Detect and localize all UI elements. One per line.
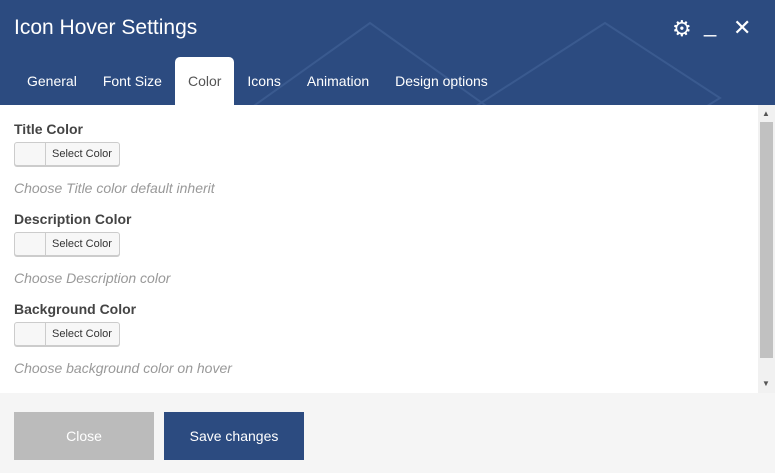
scroll-down-icon[interactable]: ▼ [762, 379, 770, 388]
description-color-field: Description Color Select Color Choose De… [14, 211, 744, 287]
field-label: Description Color [14, 211, 132, 227]
field-hint: Choose background color on hover [14, 360, 232, 376]
select-color-label: Select Color [52, 328, 112, 340]
background-color-field: Background Color Select Color Choose bac… [14, 301, 744, 377]
save-changes-button[interactable]: Save changes [164, 412, 304, 460]
tab-design-options[interactable]: Design options [382, 57, 501, 105]
color-swatch [15, 233, 46, 255]
tab-animation[interactable]: Animation [294, 57, 382, 105]
modal-header: Icon Hover Settings ⚙ _ ✕ General Font S… [0, 0, 775, 105]
scrollbar[interactable]: ▲ ▼ [758, 105, 775, 393]
settings-content: Title Color Select Color Choose Title co… [0, 105, 758, 393]
tab-icons[interactable]: Icons [234, 57, 293, 105]
minimize-icon[interactable]: _ [704, 12, 716, 38]
tab-color[interactable]: Color [174, 57, 235, 105]
color-swatch [15, 323, 46, 345]
color-swatch [15, 143, 46, 165]
title-color-field: Title Color Select Color Choose Title co… [14, 121, 744, 197]
field-hint: Choose Title color default inherit [14, 180, 215, 196]
select-color-label: Select Color [52, 238, 112, 250]
field-label: Background Color [14, 301, 137, 317]
description-color-picker[interactable]: Select Color [14, 232, 120, 256]
close-icon[interactable]: ✕ [733, 15, 751, 41]
close-button[interactable]: Close [14, 412, 154, 460]
modal-footer: Close Save changes [0, 393, 775, 473]
tab-font-size[interactable]: Font Size [90, 57, 175, 105]
tab-bar: General Font Size Color Icons Animation … [14, 57, 501, 105]
title-color-picker[interactable]: Select Color [14, 142, 120, 166]
gear-icon[interactable]: ⚙ [672, 16, 692, 42]
field-label: Title Color [14, 121, 83, 137]
select-color-label: Select Color [52, 148, 112, 160]
field-hint: Choose Description color [14, 270, 171, 286]
scrollbar-thumb[interactable] [760, 122, 773, 358]
tab-general[interactable]: General [14, 57, 90, 105]
scroll-up-icon[interactable]: ▲ [762, 109, 770, 118]
background-color-picker[interactable]: Select Color [14, 322, 120, 346]
modal-title: Icon Hover Settings [14, 16, 198, 39]
